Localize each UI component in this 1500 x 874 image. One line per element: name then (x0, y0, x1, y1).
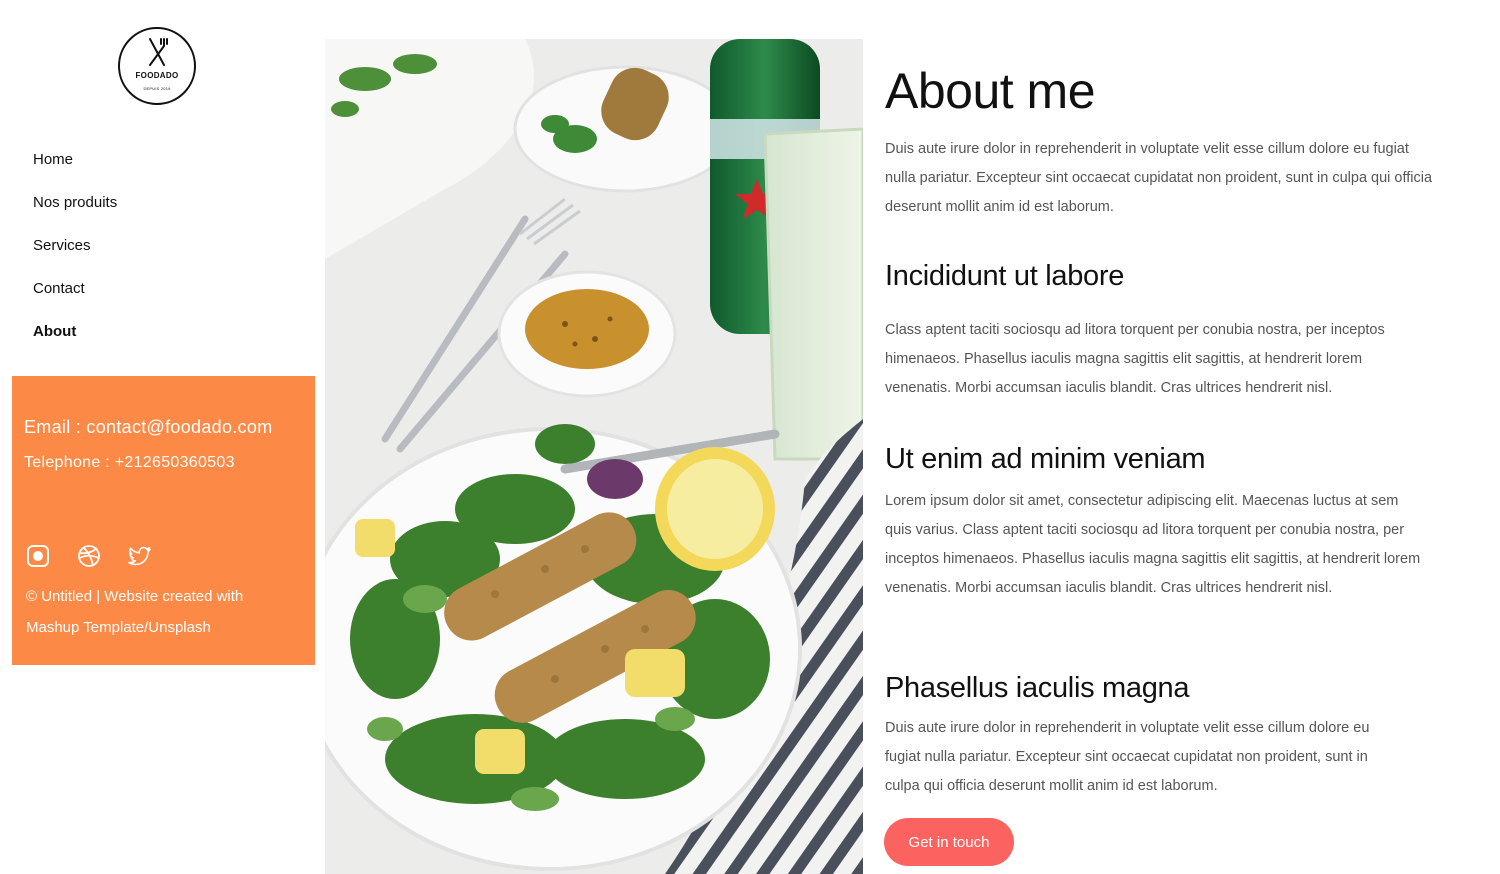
logo-since: DEPUIS 2019 (143, 86, 171, 91)
twitter-icon[interactable] (128, 544, 152, 568)
logo-brand: FOODADO (135, 71, 179, 80)
section-text-2: Lorem ipsum dolor sit amet, consectetur … (885, 493, 1421, 596)
get-in-touch-button[interactable]: Get in touch (884, 818, 1014, 866)
page-title: About me (885, 63, 1096, 119)
nav-item-services[interactable]: Services (33, 237, 117, 280)
instagram-icon[interactable] (26, 544, 50, 568)
intro-text: Duis aute irure dolor in reprehenderit i… (885, 141, 1433, 215)
food-photo (325, 39, 863, 874)
copyright-line-2: Mashup Template/Unsplash (26, 619, 211, 636)
food-photo-illustration (325, 39, 863, 874)
nav-item-about[interactable]: About (33, 323, 117, 366)
contact-phone[interactable]: Telephone : +212650360503 (24, 454, 235, 472)
copyright-text: © Untitled | Website created with Mashup… (26, 581, 306, 643)
nav-item-contact[interactable]: Contact (33, 280, 117, 323)
section-heading-3: Phasellus iaculis magna (885, 672, 1190, 704)
nav-item-home[interactable]: Home (33, 151, 117, 194)
contact-panel: Email : contact@foodado.com Telephone : … (12, 376, 315, 665)
contact-email[interactable]: Email : contact@foodado.com (24, 417, 273, 438)
section-heading-1: Incididunt ut labore (885, 260, 1125, 292)
section-text-3: Duis aute irure dolor in reprehenderit i… (885, 720, 1370, 794)
nav-item-nos-produits[interactable]: Nos produits (33, 194, 117, 237)
section-text-1: Class aptent taciti sociosqu ad litora t… (885, 322, 1385, 396)
dribbble-icon[interactable] (77, 544, 101, 568)
site-logo[interactable]: FOODADO DEPUIS 2019 (118, 27, 196, 105)
fork-knife-icon (149, 38, 168, 66)
section-heading-2: Ut enim ad minim veniam (885, 443, 1206, 475)
sidebar-nav: Home Nos produits Services Contact About (33, 151, 117, 366)
social-links (26, 544, 152, 568)
copyright-line-1: © Untitled | Website created with (26, 588, 244, 605)
